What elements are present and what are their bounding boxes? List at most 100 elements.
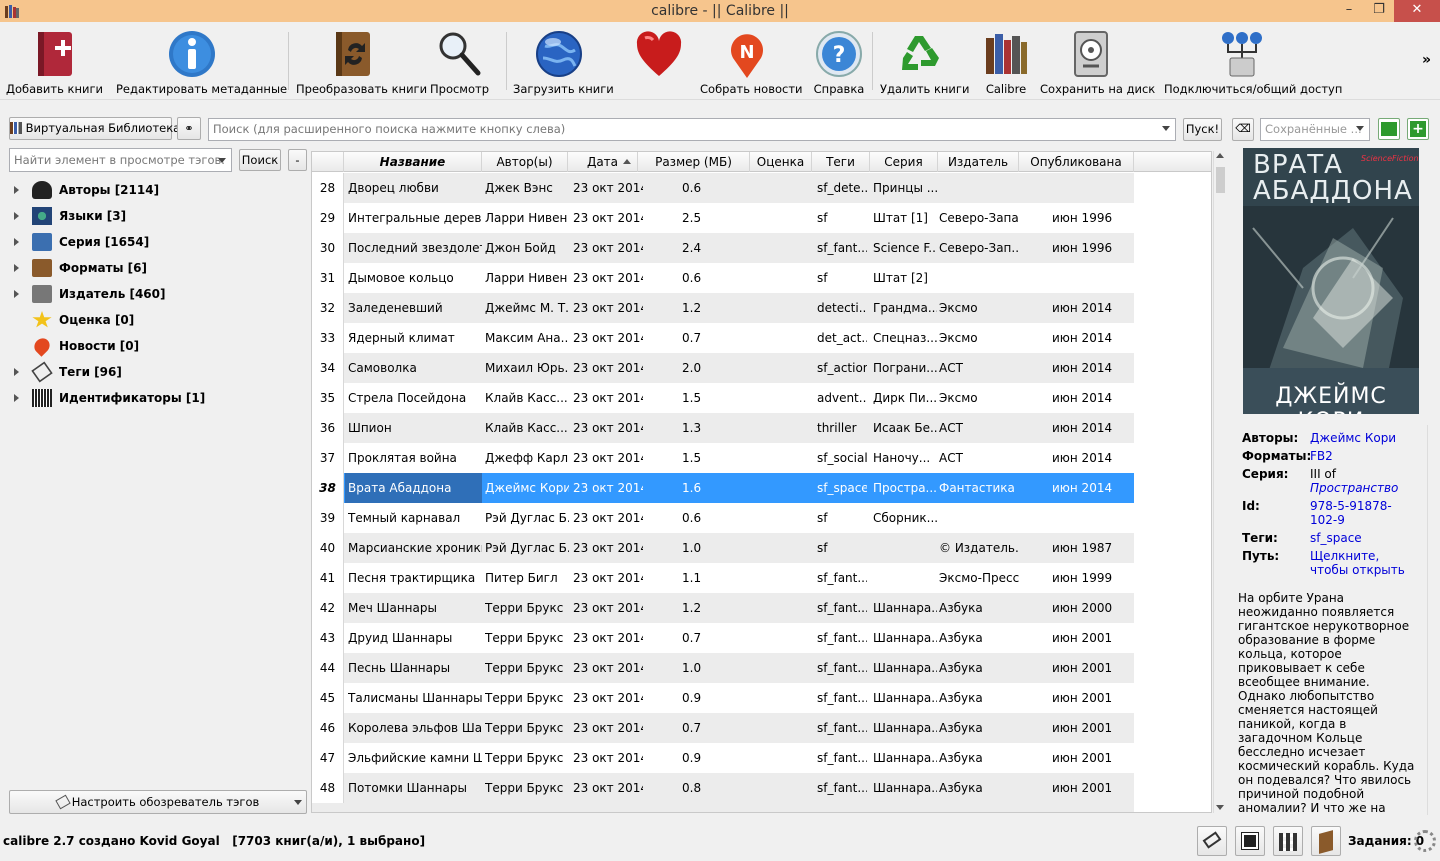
- scrollbar-thumb[interactable]: [1216, 167, 1225, 193]
- tag-browser-item[interactable]: Форматы [6]: [8, 255, 308, 281]
- expand-arrow-icon[interactable]: [14, 290, 19, 298]
- tag-browser-item[interactable]: Серия [1654]: [8, 229, 308, 255]
- expand-arrow-icon[interactable]: [14, 186, 19, 194]
- cell-date: 23 окт 2014: [573, 631, 643, 645]
- table-row[interactable]: 38 Врата Абаддона Джеймс Кори 23 окт 2014 1.…: [312, 473, 1134, 503]
- toggle-cover-browser-button[interactable]: [1235, 826, 1265, 856]
- id-value-link[interactable]: 978-5-91878-102-9: [1310, 499, 1410, 527]
- tag-browser-item[interactable]: Новости [0]: [8, 333, 308, 359]
- toggle-tag-browser-button[interactable]: [1197, 826, 1227, 856]
- minimize-button[interactable]: –: [1334, 0, 1364, 22]
- table-row[interactable]: 29 Интегральные деревья Ларри Нивен 23 окт …: [312, 203, 1134, 233]
- tag-browser-item[interactable]: Издатель [460]: [8, 281, 308, 307]
- tag-browser-item[interactable]: Авторы [2114]: [8, 177, 308, 203]
- column-header-label: Серия: [884, 155, 923, 169]
- column-header[interactable]: Опубликована: [1019, 152, 1134, 172]
- series-value-link[interactable]: Пространство: [1310, 481, 1410, 495]
- get-books-button[interactable]: Загрузить книги: [513, 22, 614, 100]
- table-row[interactable]: 44 Песнь Шаннары Терри Брукс 23 окт 2014 1.0…: [312, 653, 1134, 683]
- add-books-button[interactable]: Добавить книги: [6, 22, 103, 100]
- tag-browser-item[interactable]: Теги [96]: [8, 359, 308, 385]
- advanced-search-button[interactable]: ⚭: [177, 117, 201, 140]
- expand-arrow-icon[interactable]: [14, 394, 19, 402]
- convert-books-button[interactable]: Преобразовать книги: [296, 22, 427, 100]
- table-row[interactable]: 43 Друид Шаннары Терри Брукс 23 окт 2014 0.7…: [312, 623, 1134, 653]
- table-row[interactable]: 31 Дымовое кольцо Ларри Нивен 23 окт 2014 0.…: [312, 263, 1134, 293]
- book-cover[interactable]: ВРАТА АБАДДОНА ScienceFiction ДЖЕЙМС КОР…: [1243, 148, 1419, 414]
- formats-value-link[interactable]: FB2: [1310, 449, 1410, 463]
- collapse-tags-button[interactable]: -: [288, 149, 307, 171]
- tags-value-link[interactable]: sf_space: [1310, 531, 1410, 545]
- configure-tag-browser-button[interactable]: Настроить обозреватель тэгов: [9, 790, 307, 814]
- tag-browser-item[interactable]: Языки [3]: [8, 203, 308, 229]
- virtual-library-button[interactable]: Виртуальная Библиотека: [9, 117, 180, 140]
- saved-searches-select[interactable]: Сохранённые ...: [1260, 118, 1370, 141]
- status-bar: calibre 2.7 создано Kovid Goyal [7703 кн…: [0, 822, 1440, 861]
- table-row[interactable]: 48 Потомки Шаннары Терри Брукс 23 окт 2014 0…: [312, 773, 1134, 803]
- maximize-button[interactable]: ❐: [1364, 0, 1394, 22]
- column-header[interactable]: Размер (МБ): [638, 152, 750, 172]
- table-row[interactable]: 45 Талисманы Шаннары Терри Брукс 23 окт 201…: [312, 683, 1134, 713]
- table-row[interactable]: 47 Эльфийские камни Ш...Терри Брукс 23 окт…: [312, 743, 1134, 773]
- column-header[interactable]: Автор(ы): [482, 152, 568, 172]
- tag-find-input[interactable]: Найти элемент в просмотре тэгов.: [9, 148, 232, 172]
- column-header[interactable]: Оценка: [750, 152, 812, 172]
- tag-browser-item[interactable]: Оценка [0]: [8, 307, 308, 333]
- table-row[interactable]: 33 Ядерный климат Максим Ана... 23 окт 2014…: [312, 323, 1134, 353]
- tag-find-button[interactable]: Поиск: [239, 149, 281, 171]
- close-button[interactable]: ✕: [1394, 0, 1440, 22]
- help-button[interactable]: ? Справка: [812, 22, 866, 100]
- expand-arrow-icon[interactable]: [14, 368, 19, 376]
- save-to-disk-button[interactable]: Сохранить на диск: [1040, 22, 1155, 100]
- details-scrollbar[interactable]: [1427, 425, 1437, 815]
- donate-button[interactable]: [630, 22, 688, 100]
- table-row[interactable]: 37 Проклятая война Джефф Карл... 23 окт 201…: [312, 443, 1134, 473]
- row-number: 39: [312, 503, 344, 533]
- expand-arrow-icon[interactable]: [14, 238, 19, 246]
- remove-books-button[interactable]: Удалить книги: [880, 22, 969, 100]
- table-row[interactable]: 34 Самоволка Михаил Юрь... 23 окт 2014 2.0 sf…: [312, 353, 1134, 383]
- cell-publisher: © Издатель...: [939, 541, 1019, 555]
- column-header[interactable]: Название: [344, 152, 482, 172]
- fetch-news-button[interactable]: N Собрать новости: [700, 22, 803, 100]
- cell-size: 0.9: [682, 751, 702, 765]
- column-header[interactable]: Серия: [870, 152, 938, 172]
- cell-publisher: Эксмо: [939, 301, 978, 315]
- tag-icon: [31, 361, 53, 383]
- expand-arrow-icon[interactable]: [14, 212, 19, 220]
- edit-metadata-button[interactable]: Редактировать метаданные: [116, 22, 287, 100]
- table-row[interactable]: 41 Песня трактирщика Питер Бигл 23 окт 2014…: [312, 563, 1134, 593]
- save-search-button[interactable]: +: [1407, 118, 1429, 140]
- book-list-scrollbar[interactable]: [1213, 151, 1226, 813]
- expand-arrow-icon[interactable]: [14, 264, 19, 272]
- path-value-link[interactable]: Щелкните, чтобы открыть: [1310, 549, 1410, 577]
- table-row[interactable]: 36 Шпион Клайв Касс... 23 окт 2014 1.3 thrill…: [312, 413, 1134, 443]
- view-button[interactable]: Просмотр: [430, 22, 489, 100]
- table-row[interactable]: 40 Марсианские хроники Рэй Дуглас Б... 23 о…: [312, 533, 1134, 563]
- search-prev-button[interactable]: [1378, 118, 1400, 140]
- column-header[interactable]: Дата: [568, 152, 638, 172]
- connect-share-button[interactable]: Подключиться/общий доступ: [1164, 22, 1342, 100]
- table-row[interactable]: 35 Стрела Посейдона Клайв Касс... 23 окт 20…: [312, 383, 1134, 413]
- search-input[interactable]: Поиск (для расширенного поиска нажмите к…: [208, 118, 1176, 141]
- table-row[interactable]: 42 Меч Шаннары Терри Брукс 23 окт 2014 1.2 sf…: [312, 593, 1134, 623]
- table-row[interactable]: 32 Заледеневший Джеймс М. Т... 23 окт 2014 1…: [312, 293, 1134, 323]
- search-go-button[interactable]: Пуск!: [1183, 118, 1222, 141]
- cell-series: Шаннара...: [873, 601, 937, 615]
- table-row[interactable]: 39 Темный карнавал Рэй Дуглас Б... 23 окт 2…: [312, 503, 1134, 533]
- more-toolbar-button[interactable]: »: [1422, 52, 1436, 72]
- column-header[interactable]: Теги: [812, 152, 870, 172]
- clear-search-button[interactable]: ⌫: [1232, 118, 1254, 141]
- table-row[interactable]: 28 Дворец любви Джек Вэнс 23 окт 2014 0.6 sf_…: [312, 173, 1134, 203]
- table-row[interactable]: 46 Королева эльфов Ша... Терри Брукс 23 окт…: [312, 713, 1134, 743]
- authors-value-link[interactable]: Джеймс Кори: [1310, 431, 1410, 445]
- table-row[interactable]: 30 Последний звездолет ...Джон Бойд 23 окт…: [312, 233, 1134, 263]
- calibre-library-button[interactable]: Calibre: [982, 22, 1030, 100]
- toggle-book-details-button[interactable]: [1311, 826, 1341, 856]
- column-header[interactable]: Издатель: [938, 152, 1019, 172]
- cell-series: Пограни...: [873, 361, 937, 375]
- tag-browser-item[interactable]: Идентификаторы [1]: [8, 385, 308, 411]
- grid-view-button[interactable]: [1273, 826, 1303, 856]
- cell-title: Проклятая война: [348, 451, 457, 465]
- jobs-counter[interactable]: Задания: 0: [1348, 834, 1424, 848]
